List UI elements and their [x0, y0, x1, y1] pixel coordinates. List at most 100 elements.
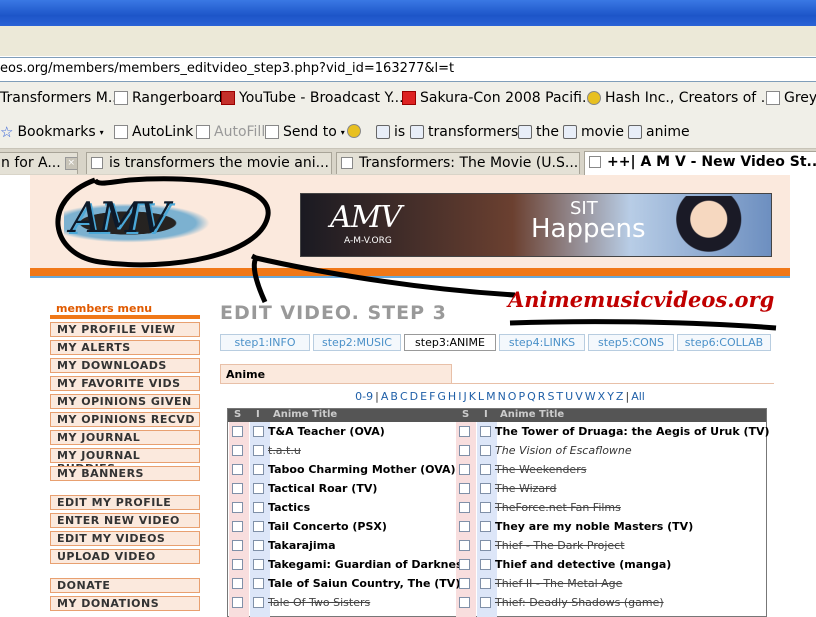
checkbox-i[interactable] — [253, 483, 264, 494]
menu-item[interactable]: MY OPINIONS RECVD — [50, 412, 200, 427]
checkbox-i[interactable] — [253, 597, 264, 608]
bookmark-item[interactable]: Rangerboard — [114, 90, 223, 106]
anime-title[interactable]: Thief II - The Metal Age — [495, 577, 622, 590]
anime-title[interactable]: They are my noble Masters (TV) — [495, 520, 693, 533]
checkbox-i[interactable] — [480, 426, 491, 437]
checkbox-s[interactable] — [459, 521, 470, 532]
alpha-link[interactable]: F — [429, 390, 435, 403]
step-tab[interactable]: step1:INFO — [220, 334, 310, 351]
alpha-link[interactable]: Z — [616, 390, 624, 403]
anime-title[interactable]: Tactics — [268, 501, 310, 514]
alpha-link[interactable]: I — [458, 390, 461, 403]
checkbox-s[interactable] — [459, 426, 470, 437]
anime-title[interactable]: Taboo Charming Mother (OVA) — [268, 463, 456, 476]
anime-title[interactable]: The Vision of Escaflowne — [495, 444, 632, 457]
alpha-link[interactable]: T — [556, 390, 563, 403]
checkbox-i[interactable] — [480, 445, 491, 456]
send-to-button[interactable]: Send to ▾ — [265, 124, 345, 140]
anime-title[interactable]: Tale Of Two Sisters — [268, 596, 370, 609]
alpha-link[interactable]: Y — [607, 390, 614, 403]
checkbox-i[interactable] — [480, 483, 491, 494]
step-tab[interactable]: step5:CONS — [588, 334, 674, 351]
checkbox-s[interactable] — [232, 578, 243, 589]
anime-title[interactable]: Thief: Deadly Shadows (game) — [495, 596, 664, 609]
menu-item[interactable]: ENTER NEW VIDEO — [50, 513, 200, 528]
bookmark-item[interactable]: Hash Inc., Creators of ... — [587, 90, 774, 106]
address-bar[interactable]: eos.org/members/members_editvideo_step3.… — [0, 57, 816, 82]
alpha-link[interactable]: B — [390, 390, 398, 403]
bookmarks-menu[interactable]: ☆ Bookmarks ▾ — [0, 124, 104, 140]
alpha-link[interactable]: J — [463, 390, 466, 403]
alpha-link[interactable]: S — [547, 390, 554, 403]
alpha-link[interactable]: 0-9 — [355, 390, 373, 403]
alpha-link[interactable]: V — [575, 390, 583, 403]
step-tab[interactable]: step2:MUSIC — [313, 334, 401, 351]
checkbox-s[interactable] — [459, 578, 470, 589]
checkbox-s[interactable] — [232, 464, 243, 475]
anime-title[interactable]: T&A Teacher (OVA) — [268, 425, 385, 438]
checkbox-s[interactable] — [232, 597, 243, 608]
checkbox-i[interactable] — [253, 426, 264, 437]
checkbox-i[interactable] — [253, 502, 264, 513]
menu-item[interactable]: UPLOAD VIDEO — [50, 549, 200, 564]
checkbox-s[interactable] — [459, 597, 470, 608]
checkbox-s[interactable] — [459, 502, 470, 513]
checkbox-s[interactable] — [232, 445, 243, 456]
checkbox-i[interactable] — [253, 578, 264, 589]
anime-title[interactable]: Takarajima — [268, 539, 336, 552]
checkbox-s[interactable] — [232, 540, 243, 551]
checkbox-i[interactable] — [480, 521, 491, 532]
checkbox-s[interactable] — [459, 464, 470, 475]
step-tab[interactable]: step4:LINKS — [499, 334, 585, 351]
anime-title[interactable]: The Weekenders — [495, 463, 586, 476]
search-term-button[interactable]: movie — [563, 124, 624, 140]
anime-title[interactable]: Tail Concerto (PSX) — [268, 520, 387, 533]
alpha-link[interactable]: O — [508, 390, 517, 403]
checkbox-i[interactable] — [480, 502, 491, 513]
anime-title[interactable]: t.a.t.u — [268, 444, 301, 457]
anime-title[interactable]: Thief - The Dark Project — [495, 539, 625, 552]
alpha-link[interactable]: R — [538, 390, 546, 403]
bookmark-item[interactable]: YouTube - Broadcast Y... — [221, 90, 404, 106]
search-term-button[interactable]: the — [518, 124, 559, 140]
checkbox-s[interactable] — [459, 445, 470, 456]
alpha-link[interactable]: X — [598, 390, 606, 403]
menu-item[interactable]: MY BANNERS — [50, 466, 200, 481]
step-tab[interactable]: step3:ANIME — [404, 334, 496, 351]
bookmark-item[interactable]: Grey — [766, 90, 816, 106]
alpha-link[interactable]: L — [478, 390, 484, 403]
checkbox-i[interactable] — [480, 578, 491, 589]
autolink-button[interactable]: AutoLink — [114, 124, 193, 140]
bookmark-item[interactable]: Sakura-Con 2008 Pacifi... — [402, 90, 595, 106]
checkbox-i[interactable] — [480, 559, 491, 570]
alpha-link[interactable]: G — [437, 390, 446, 403]
alpha-link[interactable]: C — [400, 390, 408, 403]
menu-item[interactable]: MY DOWNLOADS — [50, 358, 200, 373]
checkbox-s[interactable] — [459, 483, 470, 494]
anime-title[interactable]: Tale of Saiun Country, The (TV) — [268, 577, 460, 590]
checkbox-s[interactable] — [232, 521, 243, 532]
checkbox-i[interactable] — [253, 559, 264, 570]
alpha-link[interactable]: N — [498, 390, 506, 403]
checkbox-i[interactable] — [253, 540, 264, 551]
checkbox-i[interactable] — [253, 464, 264, 475]
checkbox-i[interactable] — [253, 521, 264, 532]
menu-item[interactable]: DONATE — [50, 578, 200, 593]
search-term-button[interactable]: anime — [628, 124, 690, 140]
checkbox-i[interactable] — [253, 445, 264, 456]
alpha-link[interactable]: A — [381, 390, 389, 403]
alpha-link[interactable]: All — [631, 390, 645, 403]
site-logo[interactable]: AMV — [70, 193, 170, 242]
menu-item[interactable]: MY DONATIONS — [50, 596, 200, 611]
checkbox-s[interactable] — [232, 502, 243, 513]
browser-tab[interactable]: Transformers: The Movie (U.S...× — [336, 152, 580, 174]
alpha-link[interactable]: E — [420, 390, 427, 403]
menu-item[interactable]: MY JOURNAL BUDDIES — [50, 448, 200, 475]
checkbox-i[interactable] — [480, 597, 491, 608]
address-url[interactable]: eos.org/members/members_editvideo_step3.… — [0, 61, 454, 76]
browser-tab[interactable]: n for A... × — [0, 152, 78, 174]
alpha-link[interactable]: M — [486, 390, 496, 403]
checkbox-s[interactable] — [232, 426, 243, 437]
checkbox-i[interactable] — [480, 540, 491, 551]
menu-item[interactable]: MY OPINIONS GIVEN — [50, 394, 200, 409]
